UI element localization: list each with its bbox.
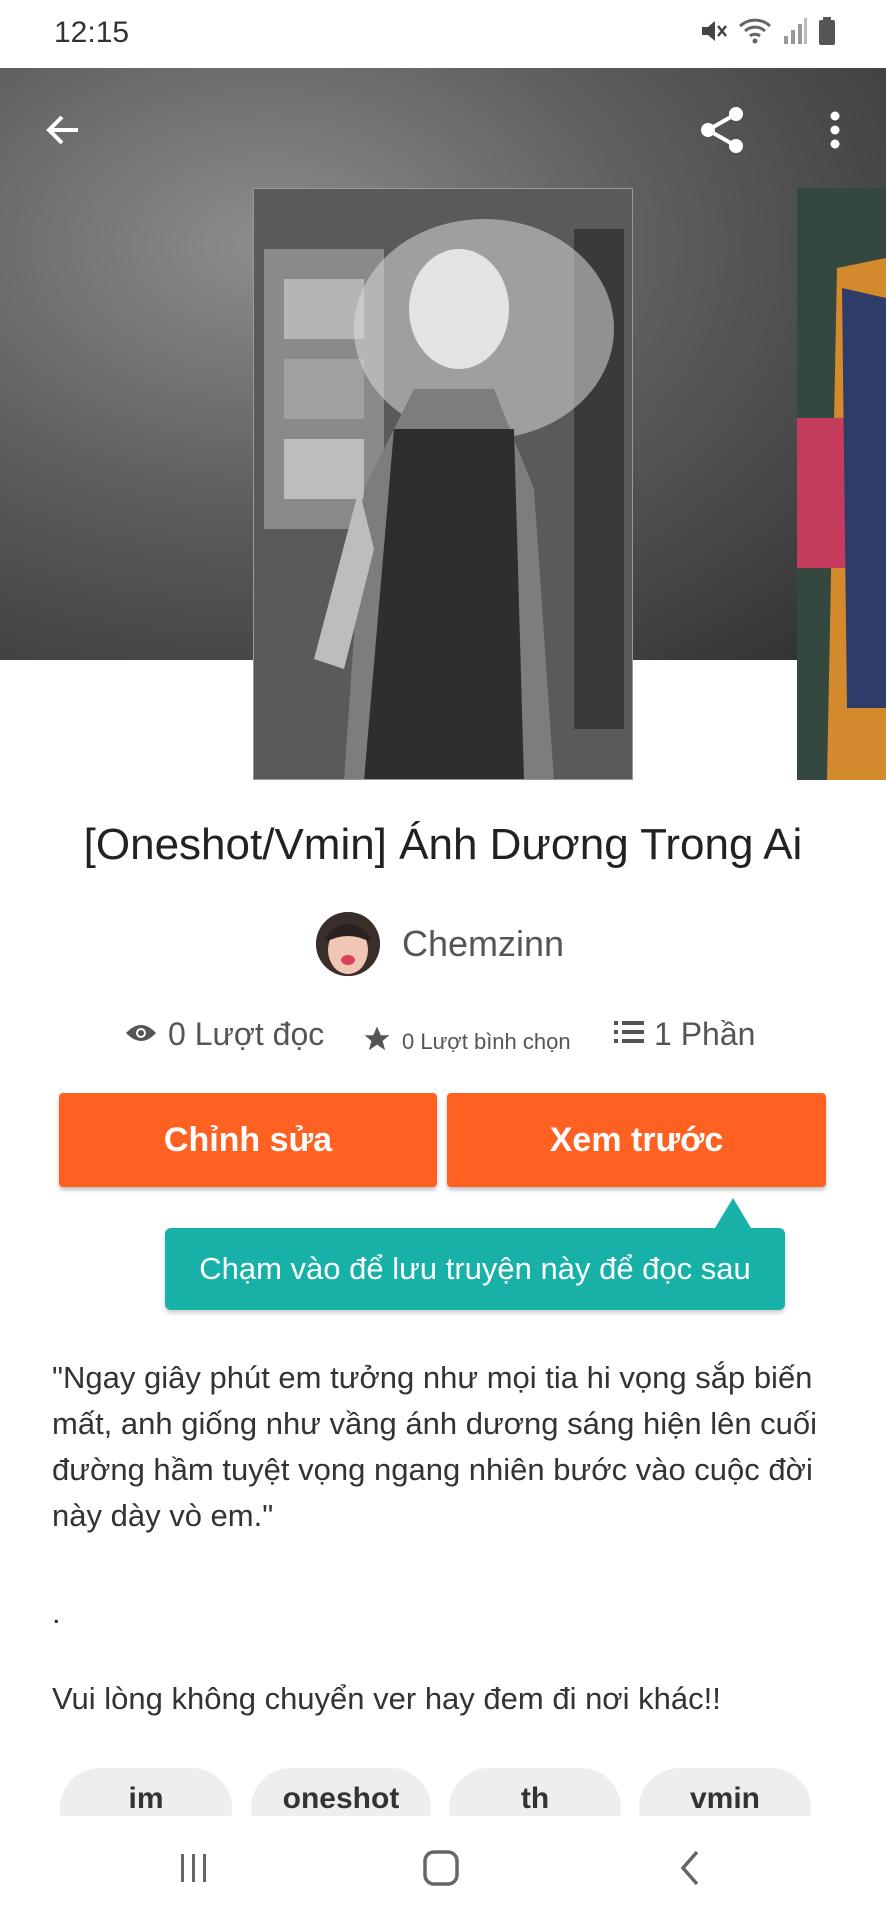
author-name[interactable]: Chemzinn: [402, 923, 564, 965]
system-nav-bar: [0, 1816, 886, 1920]
votes-stat: 0 Lượt bình chọn: [362, 1024, 571, 1060]
status-bar: 12:15: [0, 0, 886, 68]
story-description-note: Vui lòng không chuyển ver hay đem đi nơi…: [52, 1681, 721, 1716]
story-title: [Oneshot/Vmin] Ánh Dương Trong Ai: [83, 820, 803, 869]
preview-button[interactable]: Xem trước: [447, 1093, 826, 1187]
edit-button[interactable]: Chỉnh sửa: [59, 1093, 437, 1187]
votes-count: 0 Lượt bình chọn: [402, 1029, 571, 1054]
back-arrow-icon[interactable]: [32, 100, 92, 160]
status-time: 12:15: [54, 16, 130, 49]
tooltip-arrow: [715, 1198, 751, 1228]
signal-icon: [782, 16, 808, 51]
parts-stat: 1 Phần: [614, 1016, 755, 1053]
save-for-later-tooltip[interactable]: Chạm vào để lưu truyện này để đọc sau: [165, 1228, 785, 1310]
home-icon[interactable]: [411, 1842, 471, 1894]
next-story-cover-image[interactable]: [797, 188, 886, 780]
more-vert-icon[interactable]: [810, 100, 860, 160]
avatar[interactable]: [316, 912, 380, 976]
tag-chip[interactable]: th: [449, 1768, 621, 1816]
eye-icon: [124, 1016, 158, 1053]
tooltip-text: Chạm vào để lưu truyện này để đọc sau: [199, 1251, 751, 1286]
description-separator: .: [52, 1595, 61, 1630]
recents-icon[interactable]: [164, 1842, 224, 1894]
star-icon: [362, 1024, 392, 1060]
tag-chip[interactable]: vmin: [639, 1768, 811, 1816]
story-description-quote: "Ngay giây phút em tưởng như mọi tia hi …: [52, 1360, 818, 1533]
reads-stat: 0 Lượt đọc: [124, 1016, 324, 1053]
share-icon[interactable]: [688, 96, 756, 164]
parts-count: 1 Phần: [654, 1016, 756, 1052]
status-icons: [698, 16, 836, 51]
wifi-icon: [738, 16, 772, 51]
tag-chip[interactable]: oneshot: [251, 1768, 431, 1816]
story-cover-image[interactable]: [253, 188, 633, 780]
author-row[interactable]: Chemzinn: [316, 912, 564, 976]
tag-list: im oneshot th vmin: [60, 1768, 886, 1816]
list-icon: [614, 1016, 644, 1053]
reads-count: 0 Lượt đọc: [168, 1016, 325, 1052]
story-stats: 0 Lượt đọc 0 Lượt bình chọn 1 Phần: [0, 1016, 886, 1064]
tag-chip[interactable]: im: [60, 1768, 232, 1816]
battery-icon: [818, 16, 836, 51]
back-icon[interactable]: [660, 1842, 720, 1894]
mute-icon: [698, 16, 728, 51]
